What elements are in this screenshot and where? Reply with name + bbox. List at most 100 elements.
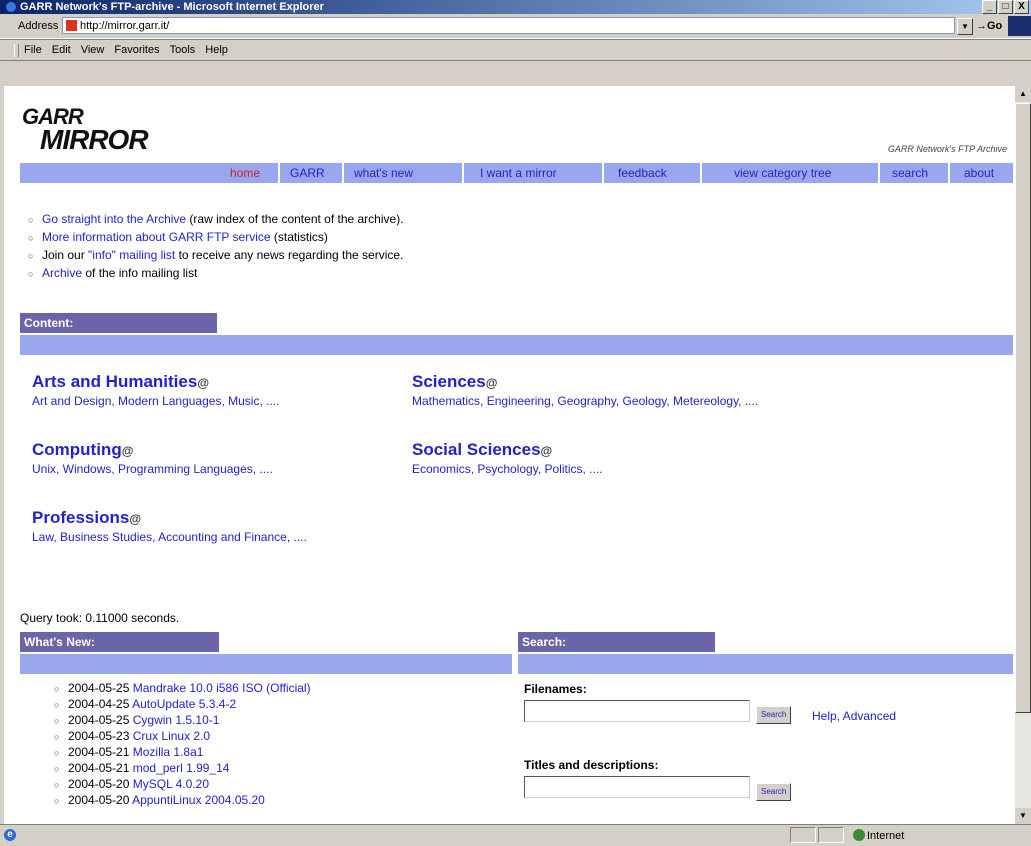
category-arts: Arts and Humanities@ Art and Design, Mod…: [32, 372, 279, 408]
category-professions: Professions@ Law, Business Studies, Acco…: [32, 508, 307, 544]
ie-logo-icon: [6, 2, 16, 12]
nav-feedback[interactable]: feedback: [618, 166, 667, 180]
category-subtopics[interactable]: Art and Design, Modern Languages, Music,…: [32, 394, 279, 408]
nav-separator: [462, 163, 464, 183]
nav-home[interactable]: home: [230, 166, 260, 180]
zone-label: Internet: [867, 830, 905, 842]
category-title[interactable]: Computing: [32, 440, 122, 459]
vertical-scrollbar[interactable]: ▲ ▼: [1015, 86, 1031, 824]
list-item: 2004-04-25 AutoUpdate 5.3.4-2: [54, 697, 311, 713]
go-button[interactable]: →Go: [976, 20, 1002, 32]
nav-i-want-a-mirror[interactable]: I want a mirror: [480, 166, 557, 180]
window-controls: _ □ X: [982, 0, 1029, 14]
nav-bar: home GARR what's new I want a mirror fee…: [20, 163, 1013, 183]
help-advanced-links[interactable]: Help, Advanced: [812, 709, 896, 723]
scrollbar-thumb[interactable]: [1015, 103, 1031, 713]
menu-favorites[interactable]: Favorites: [114, 44, 159, 56]
menu-edit[interactable]: Edit: [52, 44, 71, 56]
whats-new-bar: [20, 654, 512, 674]
category-subtopics[interactable]: Mathematics, Engineering, Geography, Geo…: [412, 394, 758, 408]
link-description: to receive any news regarding the servic…: [175, 248, 404, 262]
category-title[interactable]: Professions: [32, 508, 129, 527]
category-title[interactable]: Sciences: [412, 372, 486, 391]
menu-file[interactable]: File: [24, 44, 42, 56]
list-item: 2004-05-23 Crux Linux 2.0: [54, 729, 311, 745]
news-link[interactable]: AutoUpdate 5.3.4-2: [132, 697, 236, 711]
link-description: (raw index of the content of the archive…: [186, 212, 404, 226]
menu-view[interactable]: View: [81, 44, 105, 56]
nav-garr[interactable]: GARR: [290, 166, 325, 180]
mailing-archive-link[interactable]: Archive: [42, 266, 82, 280]
at-icon[interactable]: @: [541, 444, 553, 458]
status-bar: e Internet: [0, 824, 1031, 846]
news-date: 2004-05-23: [68, 729, 130, 743]
list-item: 2004-05-21 Mozilla 1.8a1: [54, 745, 311, 761]
address-label: Address: [18, 20, 59, 32]
news-link[interactable]: Crux Linux 2.0: [133, 729, 210, 743]
at-icon[interactable]: @: [129, 512, 141, 526]
category-title[interactable]: Social Sciences: [412, 440, 541, 459]
at-icon[interactable]: @: [486, 376, 498, 390]
category-title[interactable]: Arts and Humanities: [32, 372, 197, 391]
nav-separator: [278, 163, 280, 183]
mailing-list-link[interactable]: "info" mailing list: [88, 248, 175, 262]
link-description: of the info mailing list: [82, 266, 198, 280]
titles-label: Titles and descriptions:: [524, 758, 659, 772]
at-icon[interactable]: @: [197, 376, 209, 390]
list-item: More information about GARR FTP service …: [28, 229, 404, 247]
nav-separator: [700, 163, 702, 183]
nav-separator: [878, 163, 880, 183]
list-item: 2004-05-21 mod_perl 1.99_14: [54, 761, 311, 777]
menu-tools[interactable]: Tools: [170, 44, 196, 56]
nav-search[interactable]: search: [892, 166, 928, 180]
news-link[interactable]: Cygwin 1.5.10-1: [133, 713, 220, 727]
news-list: 2004-05-25 Mandrake 10.0 i586 ISO (Offic…: [54, 681, 311, 809]
maximize-button[interactable]: □: [998, 0, 1013, 14]
archive-link[interactable]: Go straight into the Archive: [42, 212, 186, 226]
scroll-up-icon[interactable]: ▲: [1015, 86, 1031, 102]
nav-separator: [602, 163, 604, 183]
news-link[interactable]: mod_perl 1.99_14: [133, 761, 230, 775]
status-pane: [790, 827, 816, 843]
menu-help[interactable]: Help: [205, 44, 228, 56]
nav-view-category-tree[interactable]: view category tree: [734, 166, 831, 180]
nav-about[interactable]: about: [964, 166, 994, 180]
close-button[interactable]: X: [1014, 0, 1029, 14]
news-date: 2004-05-21: [68, 761, 130, 775]
news-link[interactable]: MySQL 4.0.20: [133, 777, 209, 791]
filenames-label: Filenames:: [524, 682, 587, 696]
minimize-button[interactable]: _: [982, 0, 997, 14]
content-bar: [20, 335, 1013, 355]
nav-whats-new[interactable]: what's new: [354, 166, 413, 180]
toolbar-grip[interactable]: [14, 44, 19, 57]
address-dropdown-button[interactable]: ▼: [957, 18, 973, 35]
link-prefix: Join our: [42, 248, 89, 262]
news-link[interactable]: Mandrake 10.0 i586 ISO (Official): [133, 681, 311, 695]
news-date: 2004-05-25: [68, 681, 130, 695]
whats-new-header: What's New:: [20, 632, 219, 652]
scroll-down-icon[interactable]: ▼: [1015, 808, 1031, 824]
category-subtopics[interactable]: Unix, Windows, Programming Languages, ..…: [32, 462, 273, 476]
category-subtopics[interactable]: Economics, Psychology, Politics, ....: [412, 462, 603, 476]
category-subtopics[interactable]: Law, Business Studies, Accounting and Fi…: [32, 530, 307, 544]
list-item: 2004-05-25 Cygwin 1.5.10-1: [54, 713, 311, 729]
list-item: 2004-05-20 AppuntiLinux 2004.05.20: [54, 793, 311, 809]
titles-search-input[interactable]: [524, 776, 750, 798]
address-toolbar: Address http://mirror.garr.it/ ▼ →Go: [0, 14, 1031, 39]
filenames-search-input[interactable]: [524, 700, 750, 722]
nav-separator: [948, 163, 950, 183]
more-info-link[interactable]: More information about GARR FTP service: [42, 230, 271, 244]
window-title: GARR Network's FTP-archive - Microsoft I…: [20, 1, 324, 13]
news-link[interactable]: Mozilla 1.8a1: [133, 745, 204, 759]
info-links-list: Go straight into the Archive (raw index …: [28, 211, 404, 283]
news-date: 2004-05-21: [68, 745, 130, 759]
titles-search-button[interactable]: Search: [756, 783, 792, 801]
filenames-search-button[interactable]: Search: [756, 706, 792, 724]
globe-icon: [853, 829, 865, 841]
news-link[interactable]: AppuntiLinux 2004.05.20: [132, 793, 265, 807]
list-item: Go straight into the Archive (raw index …: [28, 211, 404, 229]
address-url: http://mirror.garr.it/: [80, 20, 170, 32]
at-icon[interactable]: @: [122, 444, 134, 458]
address-input[interactable]: http://mirror.garr.it/: [62, 17, 955, 34]
menubar: File Edit View Favorites Tools Help: [0, 39, 1031, 61]
